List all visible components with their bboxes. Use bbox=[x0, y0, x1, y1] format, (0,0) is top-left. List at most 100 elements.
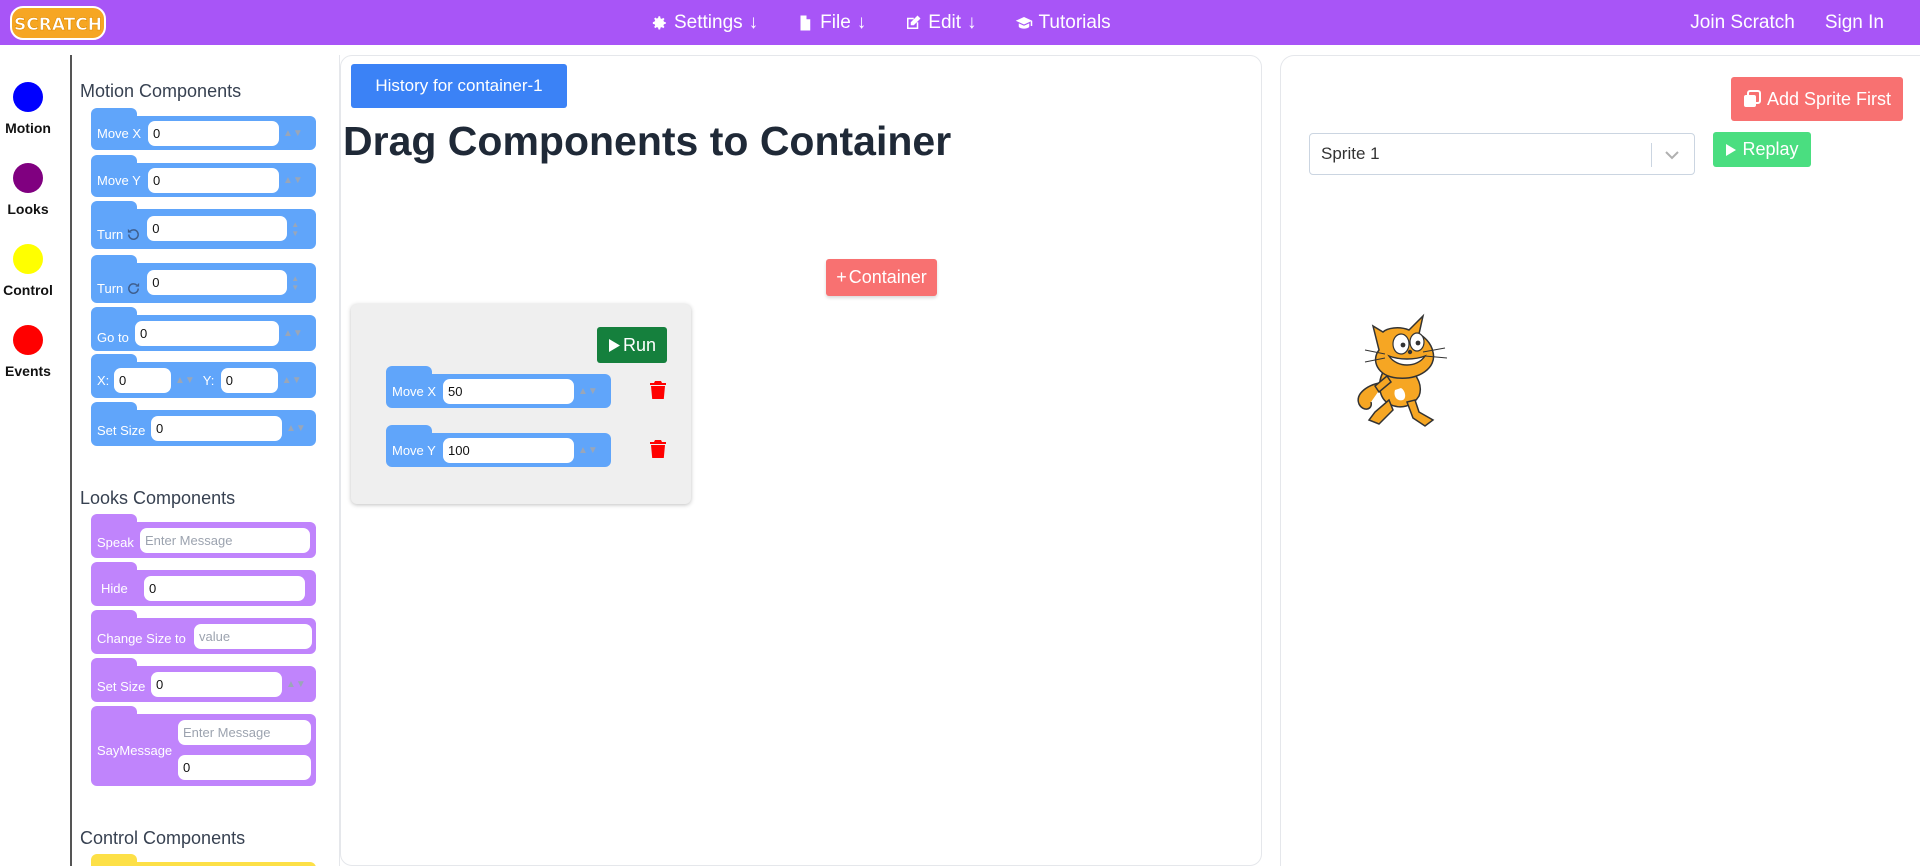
go-to-block[interactable]: Go to ▲▼ bbox=[91, 307, 316, 351]
sign-in-link[interactable]: Sign In bbox=[1825, 12, 1884, 34]
looks-set-size-input[interactable] bbox=[151, 671, 282, 697]
replay-button[interactable]: Replay bbox=[1713, 132, 1811, 167]
chevron-down-icon[interactable] bbox=[1662, 145, 1682, 165]
add-sprite-label: Add Sprite First bbox=[1766, 88, 1892, 109]
category-motion[interactable]: Motion bbox=[0, 82, 56, 136]
change-size-block[interactable]: Change Size to bbox=[91, 610, 316, 654]
auth-links: Join Scratch Sign In bbox=[1690, 0, 1884, 45]
y-input[interactable] bbox=[220, 367, 278, 393]
block-palette: Motion Components Move X ▲▼ Move Y ▲▼ Tu… bbox=[72, 55, 340, 866]
scratch-logo[interactable]: SCRATCH bbox=[10, 5, 106, 41]
say-message-block[interactable]: SayMessage bbox=[91, 706, 316, 786]
category-label: Looks bbox=[7, 201, 49, 217]
container-move-x-block[interactable]: Move X ▲▼ bbox=[386, 366, 611, 408]
add-sprite-button[interactable]: Add Sprite First bbox=[1731, 77, 1903, 121]
stage-panel: Add Sprite First Sprite 1 Replay bbox=[1280, 55, 1920, 866]
hide-block[interactable]: Hide bbox=[91, 562, 316, 606]
sprite-select-value: Sprite 1 bbox=[1321, 144, 1380, 163]
turn-right-input[interactable] bbox=[147, 269, 288, 295]
set-size-block[interactable]: Set Size ▲▼ bbox=[91, 402, 316, 446]
svg-text:SCRATCH: SCRATCH bbox=[14, 15, 102, 35]
edit-label: Edit bbox=[928, 11, 962, 33]
turn-right-block[interactable]: Turn ▲▼ bbox=[91, 255, 316, 303]
hide-input[interactable] bbox=[144, 575, 305, 601]
run-button[interactable]: Run bbox=[597, 327, 667, 363]
settings-label: Settings bbox=[674, 11, 743, 33]
top-navbar: SCRATCH Settings ↓ File ↓ Edit ↓ Tutoria… bbox=[0, 0, 1920, 45]
move-y-block[interactable]: Move Y ▲▼ bbox=[91, 155, 316, 197]
edit-menu[interactable]: Edit ↓ bbox=[904, 11, 977, 34]
motion-dot-icon bbox=[13, 82, 43, 112]
category-label: Motion bbox=[5, 120, 51, 136]
control-block[interactable] bbox=[91, 854, 316, 866]
go-to-input[interactable] bbox=[135, 320, 279, 346]
container-move-y-input[interactable] bbox=[443, 437, 574, 463]
category-events[interactable]: Events bbox=[0, 325, 56, 379]
delete-icon[interactable] bbox=[649, 439, 667, 459]
events-dot-icon bbox=[13, 325, 43, 355]
plus-icon: + bbox=[836, 267, 847, 287]
file-icon bbox=[800, 15, 811, 30]
sprite-select[interactable]: Sprite 1 bbox=[1309, 133, 1695, 175]
looks-dot-icon bbox=[13, 163, 43, 193]
copy-icon bbox=[1743, 90, 1761, 107]
main-menu: Settings ↓ File ↓ Edit ↓ Tutorials bbox=[650, 0, 1111, 45]
container-move-y-block[interactable]: Move Y ▲▼ bbox=[386, 425, 611, 467]
add-container-label: Container bbox=[848, 267, 927, 287]
edit-icon bbox=[907, 15, 921, 29]
say-message-input[interactable] bbox=[178, 720, 311, 745]
x-input[interactable] bbox=[114, 367, 171, 393]
motion-components-heading: Motion Components bbox=[80, 81, 242, 101]
category-control[interactable]: Control bbox=[0, 244, 56, 298]
play-icon bbox=[1726, 143, 1737, 156]
stepper-arrows-icon[interactable]: ▲▼ bbox=[291, 274, 299, 292]
speak-input[interactable] bbox=[140, 527, 310, 553]
stepper-arrows-icon[interactable]: ▲▼ bbox=[578, 386, 598, 396]
page-title: Drag Components to Container bbox=[343, 118, 952, 164]
move-x-block[interactable]: Move X ▲▼ bbox=[91, 108, 316, 150]
tutorials-menu[interactable]: Tutorials bbox=[1015, 12, 1111, 34]
xy-position-block[interactable]: X: ▲▼ Y: ▲▼ bbox=[91, 354, 316, 398]
cat-sprite[interactable] bbox=[1349, 312, 1461, 432]
category-looks[interactable]: Looks bbox=[0, 163, 56, 217]
stepper-arrows-icon[interactable]: ▲▼ bbox=[175, 375, 195, 385]
replay-label: Replay bbox=[1742, 139, 1799, 159]
editor-area: History for container-1 Drag Components … bbox=[340, 55, 1262, 866]
speak-block[interactable]: Speak bbox=[91, 514, 316, 558]
say-duration-input[interactable] bbox=[178, 755, 311, 780]
set-size-input[interactable] bbox=[151, 415, 282, 441]
stepper-arrows-icon[interactable]: ▲▼ bbox=[283, 128, 303, 138]
gear-icon bbox=[652, 15, 666, 29]
control-dot-icon bbox=[13, 244, 43, 274]
stepper-arrows-icon[interactable]: ▲▼ bbox=[286, 679, 306, 689]
delete-icon[interactable] bbox=[649, 380, 667, 400]
select-separator bbox=[1651, 143, 1652, 167]
stepper-arrows-icon[interactable]: ▲▼ bbox=[291, 220, 299, 238]
tutorials-label: Tutorials bbox=[1038, 11, 1111, 33]
settings-menu[interactable]: Settings ↓ bbox=[650, 12, 758, 34]
turn-left-block[interactable]: Turn ▲▼ bbox=[91, 201, 316, 249]
rotate-right-icon bbox=[128, 282, 140, 294]
move-y-input[interactable] bbox=[148, 167, 279, 193]
graduation-cap-icon bbox=[1015, 16, 1032, 29]
container-1[interactable]: Run Move X ▲▼ Move Y ▲▼ bbox=[351, 304, 691, 504]
category-label: Events bbox=[5, 363, 51, 379]
turn-left-input[interactable] bbox=[147, 215, 288, 241]
stepper-arrows-icon[interactable]: ▲▼ bbox=[286, 423, 306, 433]
stepper-arrows-icon[interactable]: ▲▼ bbox=[283, 175, 303, 185]
stepper-arrows-icon[interactable]: ▲▼ bbox=[578, 445, 598, 455]
arrow-down-icon: ↓ bbox=[856, 11, 867, 33]
container-move-x-input[interactable] bbox=[443, 378, 574, 404]
add-container-button[interactable]: + Container bbox=[826, 259, 937, 296]
stepper-arrows-icon[interactable]: ▲▼ bbox=[282, 375, 302, 385]
change-size-input[interactable] bbox=[194, 623, 312, 649]
history-button[interactable]: History for container-1 bbox=[351, 64, 567, 108]
play-icon bbox=[608, 338, 620, 352]
file-menu[interactable]: File ↓ bbox=[796, 12, 866, 34]
move-x-input[interactable] bbox=[148, 120, 279, 146]
arrow-down-icon: ↓ bbox=[748, 11, 759, 33]
join-scratch-link[interactable]: Join Scratch bbox=[1690, 12, 1795, 34]
looks-set-size-block[interactable]: Set Size ▲▼ bbox=[91, 658, 316, 702]
stepper-arrows-icon[interactable]: ▲▼ bbox=[283, 328, 303, 338]
rotate-left-icon bbox=[128, 228, 140, 240]
